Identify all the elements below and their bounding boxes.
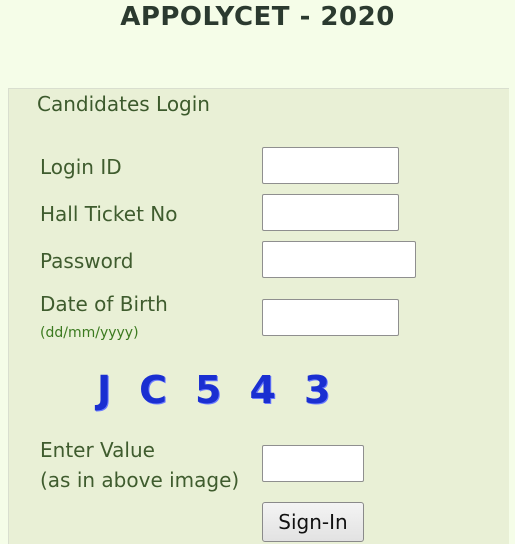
hall-ticket-label: Hall Ticket No <box>40 202 178 226</box>
dob-format-hint: (dd/mm/yyyy) <box>40 325 139 341</box>
candidates-login-panel: Candidates Login Login ID Hall Ticket No… <box>8 88 509 544</box>
page-title: APPOLYCET - 2020 <box>120 2 395 32</box>
captcha-char: C <box>139 368 168 412</box>
captcha-image: J C 5 4 3 <box>97 365 358 415</box>
captcha-char: 5 <box>195 368 222 412</box>
captcha-char: 4 <box>249 368 276 412</box>
page: APPOLYCET - 2020 Candidates Login Login … <box>0 0 515 544</box>
login-id-input[interactable] <box>262 147 399 184</box>
hall-ticket-input[interactable] <box>262 194 399 231</box>
login-id-label: Login ID <box>40 155 122 179</box>
enter-value-hint: (as in above image) <box>40 468 240 492</box>
password-input[interactable] <box>262 241 416 278</box>
captcha-input[interactable] <box>262 445 364 482</box>
dob-input[interactable] <box>262 299 399 336</box>
password-label: Password <box>40 249 134 273</box>
captcha-char: 3 <box>303 368 331 412</box>
enter-value-label: Enter Value <box>40 438 155 462</box>
dob-label: Date of Birth <box>40 292 168 316</box>
captcha-char: J <box>97 368 112 412</box>
sign-in-button[interactable]: Sign-In <box>262 502 364 542</box>
panel-legend: Candidates Login <box>33 89 214 119</box>
